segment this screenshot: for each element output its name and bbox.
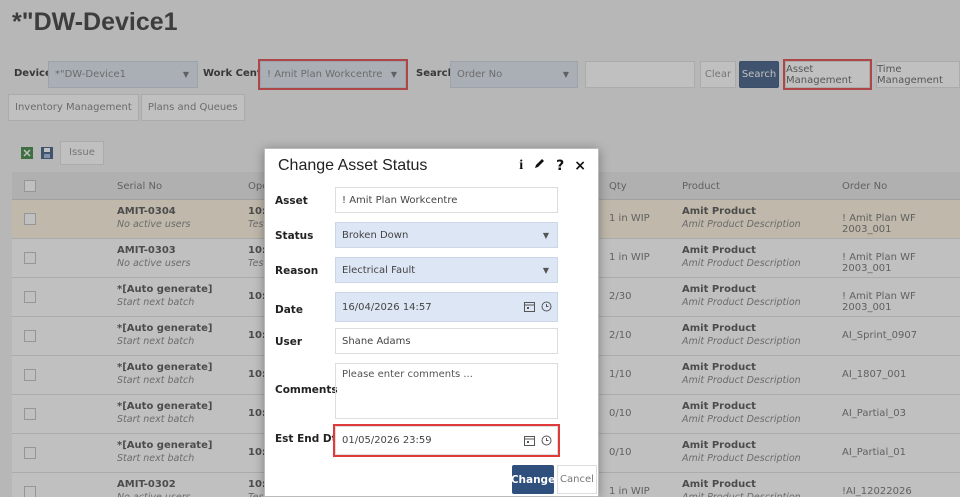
comments-textarea[interactable]: Please enter comments ... bbox=[335, 363, 558, 419]
cancel-button[interactable]: Cancel bbox=[557, 465, 597, 494]
help-icon[interactable]: ? bbox=[556, 158, 564, 174]
reason-label: Reason bbox=[275, 265, 319, 277]
est-end-label: Est End Dt bbox=[275, 433, 337, 445]
status-select-value: Broken Down bbox=[342, 230, 409, 241]
chevron-down-icon: ▼ bbox=[542, 231, 549, 240]
calendar-icon[interactable] bbox=[524, 435, 535, 449]
date-value: 16/04/2026 14:57 bbox=[342, 302, 432, 313]
asset-label: Asset bbox=[275, 195, 308, 207]
calendar-icon[interactable] bbox=[524, 301, 535, 315]
chevron-down-icon: ▼ bbox=[542, 266, 549, 275]
app-window: *"DW-Device1 Device *"DW-Device1 ▼ Work … bbox=[0, 0, 960, 497]
asset-field[interactable]: ! Amit Plan Workcentre bbox=[335, 187, 558, 213]
reason-select[interactable]: Electrical Fault ▼ bbox=[335, 257, 558, 283]
clock-icon[interactable] bbox=[541, 435, 552, 449]
dialog-title: Change Asset Status bbox=[278, 157, 428, 174]
est-end-value: 01/05/2026 23:59 bbox=[342, 435, 432, 446]
date-field[interactable]: 16/04/2026 14:57 bbox=[335, 292, 558, 322]
close-icon[interactable]: × bbox=[574, 158, 586, 174]
change-button[interactable]: Change bbox=[511, 465, 555, 494]
info-icon[interactable]: i bbox=[519, 158, 523, 174]
est-end-date-field[interactable]: 01/05/2026 23:59 bbox=[333, 424, 560, 457]
edit-icon[interactable] bbox=[533, 157, 546, 174]
reason-select-value: Electrical Fault bbox=[342, 265, 416, 276]
date-label: Date bbox=[275, 304, 303, 316]
comments-label: Comments bbox=[275, 384, 338, 396]
user-label: User bbox=[275, 336, 303, 348]
status-select[interactable]: Broken Down ▼ bbox=[335, 222, 558, 248]
change-asset-status-dialog: Change Asset Status i ? × Asset ! Amit P… bbox=[264, 148, 599, 497]
user-field[interactable]: Shane Adams bbox=[335, 328, 558, 354]
clock-icon[interactable] bbox=[541, 301, 552, 315]
status-label: Status bbox=[275, 230, 314, 242]
dialog-tools: i ? × bbox=[519, 157, 586, 174]
